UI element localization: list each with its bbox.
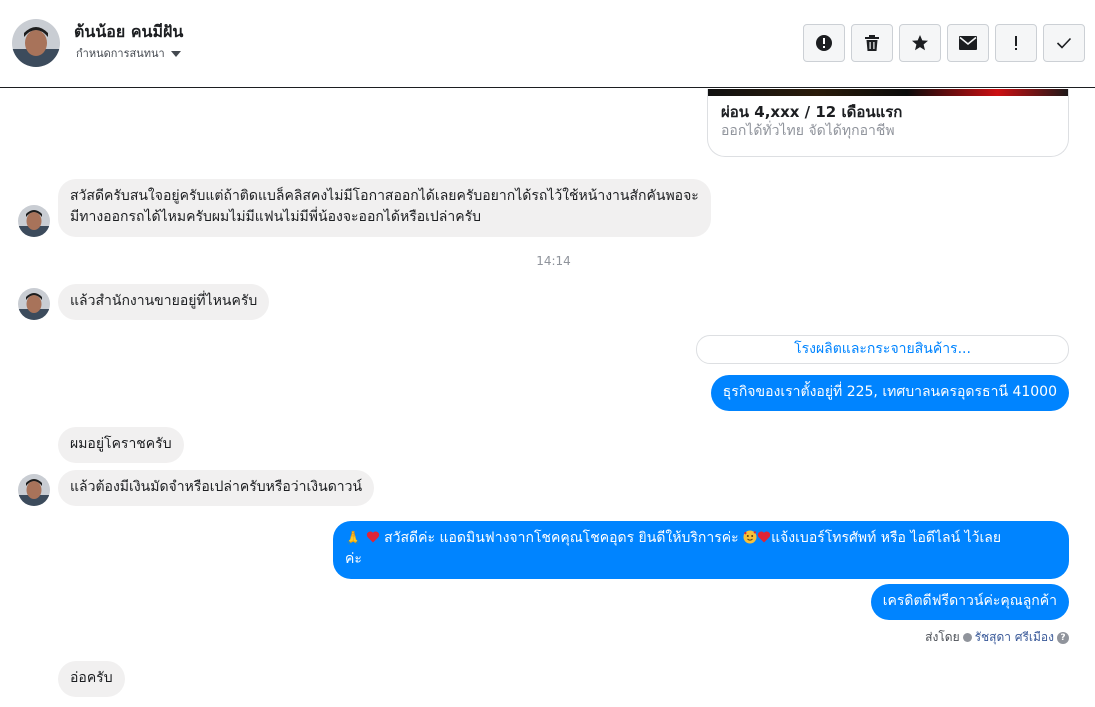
incoming-message[interactable]: แล้วต้องมีเงินมัดจำหรือเปล่าครับหรือว่าเ… <box>58 470 375 506</box>
envelope-icon <box>959 36 977 50</box>
trash-icon <box>865 35 879 51</box>
sent-by-label: ส่งโดย <box>925 630 960 644</box>
avatar[interactable] <box>18 288 50 320</box>
message-thread[interactable]: ผ่อน 4,xxx / 12 เดือนแรก ออกได้ทั่วไทย จ… <box>0 89 1095 707</box>
outgoing-message[interactable]: เครดิตดีฟรีดาวน์ค่ะคุณลูกค้า <box>870 584 1069 620</box>
card-subtitle: ออกได้ทั่วไทย จัดได้ทุกอาชีพ <box>721 123 895 139</box>
mark-unread-button[interactable] <box>947 24 989 62</box>
sent-by-info: ส่งโดย รัชสุดา ศรีเมือง ? <box>925 628 1069 647</box>
conversation-actions <box>803 24 1085 62</box>
contact-avatar[interactable] <box>12 19 60 67</box>
assign-label: กำหนดการสนทนา <box>76 47 165 60</box>
ad-link-card[interactable]: ผ่อน 4,xxx / 12 เดือนแรก ออกได้ทั่วไทย จ… <box>707 89 1069 157</box>
avatar[interactable] <box>18 474 50 506</box>
outgoing-message[interactable]: ธุรกิจของเราตั้งอยู่ที่ 225, เทศบาลนครอุ… <box>710 375 1069 411</box>
heart-icon <box>757 531 771 543</box>
incoming-message[interactable]: สวัสดีครับสนใจอยู่ครับแต่ถ้าติดแบล็คลิสค… <box>58 179 711 237</box>
outgoing-message[interactable]: 🙏 สวัสดีค่ะ แอดมินฟางจากโชคคุณโชคอุดร ยิ… <box>333 521 1069 579</box>
card-image <box>708 89 1068 96</box>
incoming-message[interactable]: ผมอยู่โคราชครับ <box>58 427 184 463</box>
check-icon <box>1056 37 1072 49</box>
praying-hands-icon: 🙏 <box>345 531 362 546</box>
timestamp: 14:14 <box>536 254 571 268</box>
message-line: สวัสดีครับสนใจอยู่ครับแต่ถ้าติดแบล็คลิสค… <box>70 188 699 204</box>
message-line: มีทางออกรถได้ไหมครับผมไม่มีแฟนไม่มีพี่น้… <box>70 209 482 225</box>
alert-circle-icon <box>816 35 832 51</box>
delete-button[interactable] <box>851 24 893 62</box>
conversation-header: ต้นน้อย คนมีฝัน กำหนดการสนทนา <box>0 0 1095 88</box>
contact-name[interactable]: ต้นน้อย คนมีฝัน <box>74 20 183 45</box>
star-button[interactable] <box>899 24 941 62</box>
mark-spam-button[interactable] <box>803 24 845 62</box>
star-icon <box>912 35 928 51</box>
avatar[interactable] <box>18 205 50 237</box>
heart-icon <box>366 531 379 543</box>
incoming-message[interactable]: แล้วสำนักงานขายอยู่ที่ไหนครับ <box>58 284 270 320</box>
exclamation-icon <box>1015 36 1017 50</box>
sender-name[interactable]: รัชสุดา ศรีเมือง <box>975 628 1054 647</box>
message-line: ค่ะ <box>345 551 362 567</box>
page-icon <box>962 633 972 642</box>
help-icon[interactable]: ? <box>1057 631 1069 644</box>
assign-conversation-dropdown[interactable]: กำหนดการสนทนา <box>76 44 181 62</box>
mark-done-button[interactable] <box>1043 24 1085 62</box>
caret-down-icon <box>170 50 181 57</box>
message-line: 🙏 สวัสดีค่ะ แอดมินฟางจากโชคคุณโชคอุดร ยิ… <box>345 528 1057 549</box>
smiling-face-hearts-icon <box>743 530 757 544</box>
incoming-message[interactable]: อ่อครับ <box>58 661 125 697</box>
follow-up-button[interactable] <box>995 24 1037 62</box>
location-link[interactable]: โรงผลิตและกระจายสินค้าร... <box>696 335 1069 364</box>
